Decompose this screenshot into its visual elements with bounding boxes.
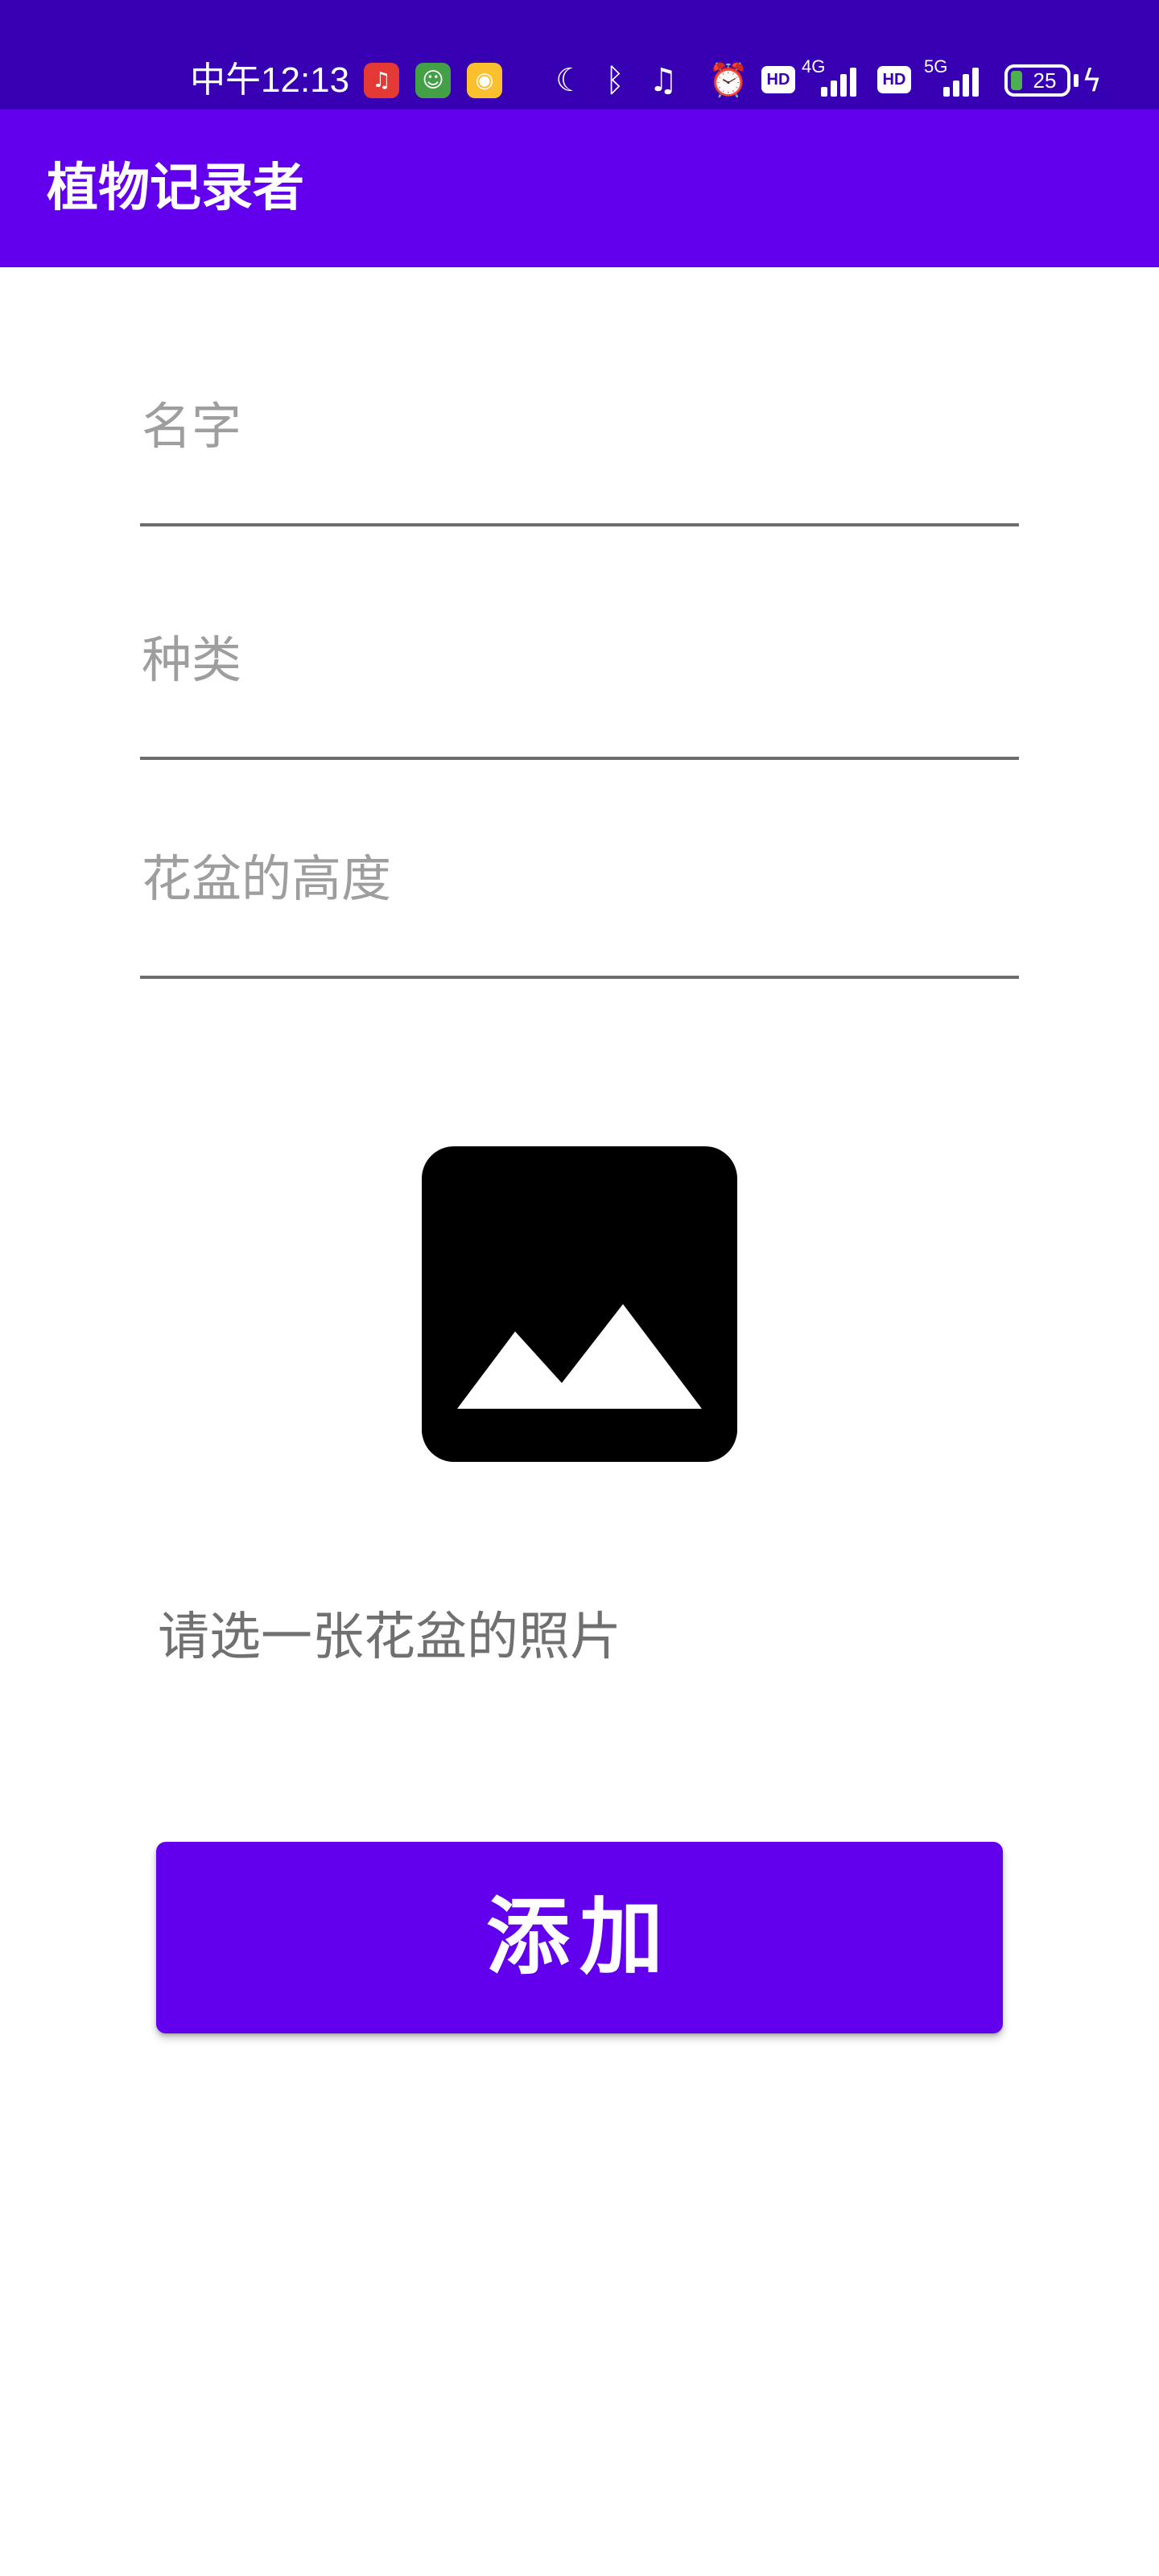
moon-icon: ☾ [555,62,584,99]
app-bar: 植物记录者 [0,109,1159,267]
vibrate-off-icon: ♫ [649,62,678,99]
weibo-icon: ◉ [467,63,502,98]
battery-icon: 25 [1004,64,1070,97]
add-button-label: 添加 [485,1891,673,1984]
pot-height-field-underline [140,976,1019,979]
signal-4g-icon [818,64,863,97]
bluetooth-icon: ᛒ [605,62,625,99]
hd-icon: HD [761,66,795,93]
status-time: 中午12:13 [190,60,350,100]
image-icon [457,1304,702,1409]
app-green-icon: ☺ [415,63,451,98]
pot-height-field[interactable]: 花盆的高度 [140,847,1019,980]
image-picker-button[interactable] [422,1146,737,1462]
charging-icon: ϟ [1082,63,1103,98]
battery-level: 25 [1033,68,1057,93]
netease-music-icon: ♫ [364,63,399,98]
species-field[interactable]: 种类 [140,628,1019,762]
name-field-placeholder: 名字 [142,397,242,456]
app-title: 植物记录者 [47,159,304,218]
name-field-underline [140,523,1019,526]
signal-5g-icon [940,64,985,97]
hd-icon-2: HD [877,66,911,93]
species-field-underline [140,757,1019,760]
pot-height-field-placeholder: 花盆的高度 [142,849,392,908]
status-bar: 中午12:13 ♫ ☺ ◉ ☾ ᛒ ♫ ⏰ HD 4G HD 5G 25 ϟ [0,0,1159,109]
name-field[interactable]: 名字 [140,394,1019,528]
alarm-icon: ⏰ [708,62,749,99]
species-field-placeholder: 种类 [142,630,242,689]
battery-cap [1074,74,1079,87]
photo-hint-text: 请选一张花盆的照片 [158,1608,621,1667]
add-button[interactable]: 添加 [156,1842,1003,2033]
